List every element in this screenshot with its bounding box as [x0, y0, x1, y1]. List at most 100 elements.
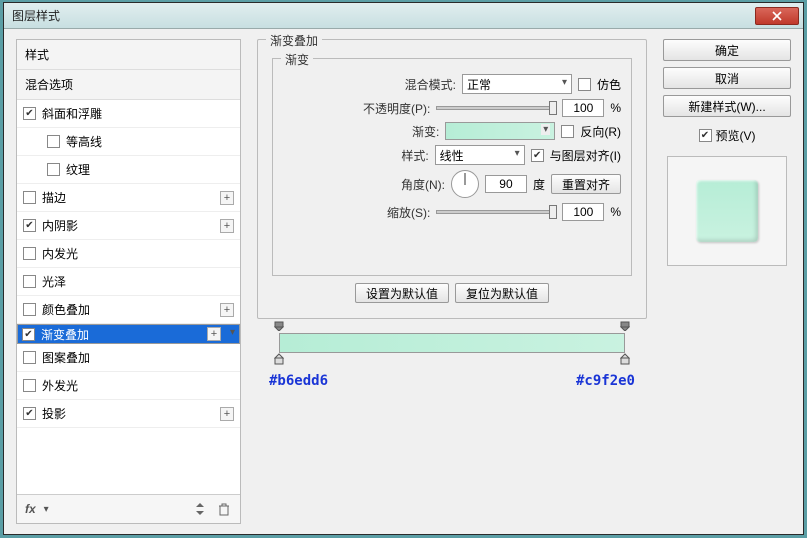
- defaults-row: 设置为默认值 复位为默认值: [258, 283, 646, 303]
- align-label: 与图层对齐(I): [550, 147, 621, 164]
- add-icon[interactable]: +: [220, 219, 234, 233]
- preview-row: ✔ 预览(V): [663, 127, 791, 144]
- preview-label: 预览(V): [716, 127, 756, 144]
- style-label: 颜色叠加: [42, 301, 214, 318]
- style-checkbox[interactable]: [23, 351, 36, 364]
- add-icon[interactable]: +: [207, 327, 221, 341]
- layer-style-dialog: 图层样式 样式 混合选项 ✔斜面和浮雕等高线纹理描边 + ✔ 内阴影 + 内发光光泽颜色叠…: [3, 2, 804, 535]
- style-label: 投影: [42, 405, 214, 422]
- opacity-stop-left[interactable]: [274, 321, 284, 331]
- blend-mode-select[interactable]: 正常: [462, 74, 572, 94]
- style-label: 渐变叠加: [41, 326, 201, 343]
- fx-label[interactable]: fx: [25, 502, 36, 516]
- style-checkbox[interactable]: [47, 163, 60, 176]
- scale-label: 缩放(S):: [350, 204, 430, 221]
- style-label: 内阴影: [42, 217, 214, 234]
- style-label: 描边: [42, 189, 214, 206]
- style-checkbox[interactable]: [47, 135, 60, 148]
- gradient-swatch[interactable]: [445, 122, 555, 140]
- style-label: 等高线: [66, 133, 234, 150]
- preview-box: [667, 156, 787, 266]
- style-item-0[interactable]: ✔斜面和浮雕: [17, 100, 240, 128]
- style-checkbox[interactable]: ✔: [23, 107, 36, 120]
- gradient-inner-group: 渐变 混合模式: 正常 仿色 不透明度(P): 100 % 渐变: [272, 58, 632, 276]
- scale-row: 缩放(S): 100 %: [283, 203, 621, 221]
- dither-checkbox[interactable]: [578, 78, 591, 91]
- ok-button[interactable]: 确定: [663, 39, 791, 61]
- style-item-5[interactable]: 内发光: [17, 240, 240, 268]
- blend-mode-label: 混合模式:: [376, 76, 456, 93]
- add-icon[interactable]: +: [220, 191, 234, 205]
- blend-mode-row: 混合模式: 正常 仿色: [283, 74, 621, 94]
- color-stop-left[interactable]: [274, 353, 284, 365]
- window-title: 图层样式: [8, 7, 755, 24]
- style-checkbox[interactable]: [23, 379, 36, 392]
- scale-input[interactable]: 100: [562, 203, 604, 221]
- blend-options-header[interactable]: 混合选项: [17, 70, 240, 100]
- close-button[interactable]: [755, 7, 799, 25]
- set-default-button[interactable]: 设置为默认值: [355, 283, 449, 303]
- style-checkbox[interactable]: [23, 275, 36, 288]
- style-item-1[interactable]: 等高线: [17, 128, 240, 156]
- style-item-4[interactable]: ✔ 内阴影 +: [17, 212, 240, 240]
- style-label: 光泽: [42, 273, 234, 290]
- options-panel: 渐变叠加 渐变 混合模式: 正常 仿色 不透明度(P): 100 %: [253, 39, 651, 524]
- style-checkbox[interactable]: ✔: [22, 328, 35, 341]
- angle-dial[interactable]: [451, 170, 479, 198]
- opacity-slider[interactable]: [436, 106, 556, 110]
- style-checkbox[interactable]: [23, 303, 36, 316]
- scale-unit: %: [610, 205, 621, 219]
- trash-icon[interactable]: [216, 501, 232, 517]
- style-label: 样式:: [349, 147, 429, 164]
- new-style-button[interactable]: 新建样式(W)...: [663, 95, 791, 117]
- style-checkbox[interactable]: ✔: [23, 407, 36, 420]
- right-panel: 确定 取消 新建样式(W)... ✔ 预览(V): [663, 39, 791, 524]
- styles-footer: fx ▾: [17, 494, 240, 523]
- angle-row: 角度(N): 90 度 重置对齐: [283, 170, 621, 198]
- style-label: 图案叠加: [42, 349, 234, 366]
- style-label: 纹理: [66, 161, 234, 178]
- reverse-label: 反向(R): [580, 123, 621, 140]
- style-item-11[interactable]: ✔ 投影 +: [17, 400, 240, 428]
- styles-items-container: ✔斜面和浮雕等高线纹理描边 + ✔ 内阴影 + 内发光光泽颜色叠加 + ✔ 渐变叠加 + 图案叠加外…: [17, 100, 240, 428]
- opacity-unit: %: [610, 101, 621, 115]
- style-checkbox[interactable]: ✔: [23, 219, 36, 232]
- style-item-2[interactable]: 纹理: [17, 156, 240, 184]
- styles-header[interactable]: 样式: [17, 40, 240, 70]
- style-item-10[interactable]: 外发光: [17, 372, 240, 400]
- style-item-6[interactable]: 光泽: [17, 268, 240, 296]
- gradient-label: 渐变:: [359, 123, 439, 140]
- preview-swatch: [696, 180, 758, 242]
- cancel-button[interactable]: 取消: [663, 67, 791, 89]
- color-stop-right[interactable]: [620, 353, 630, 365]
- reset-default-button[interactable]: 复位为默认值: [455, 283, 549, 303]
- style-checkbox[interactable]: [23, 191, 36, 204]
- hex-right: #c9f2e0: [576, 373, 635, 389]
- dialog-body: 样式 混合选项 ✔斜面和浮雕等高线纹理描边+✔内阴影+内发光光泽颜色叠加+✔渐变…: [4, 29, 803, 534]
- style-item-7[interactable]: 颜色叠加 +: [17, 296, 240, 324]
- titlebar: 图层样式: [4, 3, 803, 29]
- align-checkbox[interactable]: ✔: [531, 149, 544, 162]
- style-item-9[interactable]: 图案叠加: [17, 344, 240, 372]
- style-label: 内发光: [42, 245, 234, 262]
- angle-label: 角度(N):: [365, 176, 445, 193]
- up-down-icon[interactable]: [192, 501, 208, 517]
- add-icon[interactable]: +: [220, 407, 234, 421]
- add-icon[interactable]: +: [220, 303, 234, 317]
- opacity-stop-right[interactable]: [620, 321, 630, 331]
- style-label: 外发光: [42, 377, 234, 394]
- style-row: 样式: 线性 ✔ 与图层对齐(I): [283, 145, 621, 165]
- fx-dropdown-icon[interactable]: ▾: [44, 504, 49, 515]
- opacity-input[interactable]: 100: [562, 99, 604, 117]
- style-item-3[interactable]: 描边 +: [17, 184, 240, 212]
- style-item-8[interactable]: ✔ 渐变叠加 +: [17, 324, 240, 344]
- style-checkbox[interactable]: [23, 247, 36, 260]
- style-select[interactable]: 线性: [435, 145, 525, 165]
- style-value: 线性: [440, 147, 464, 164]
- scale-slider[interactable]: [436, 210, 556, 214]
- gradient-bar[interactable]: [279, 333, 625, 353]
- reset-align-button[interactable]: 重置对齐: [551, 174, 621, 194]
- angle-input[interactable]: 90: [485, 175, 527, 193]
- preview-checkbox[interactable]: ✔: [699, 129, 712, 142]
- reverse-checkbox[interactable]: [561, 125, 574, 138]
